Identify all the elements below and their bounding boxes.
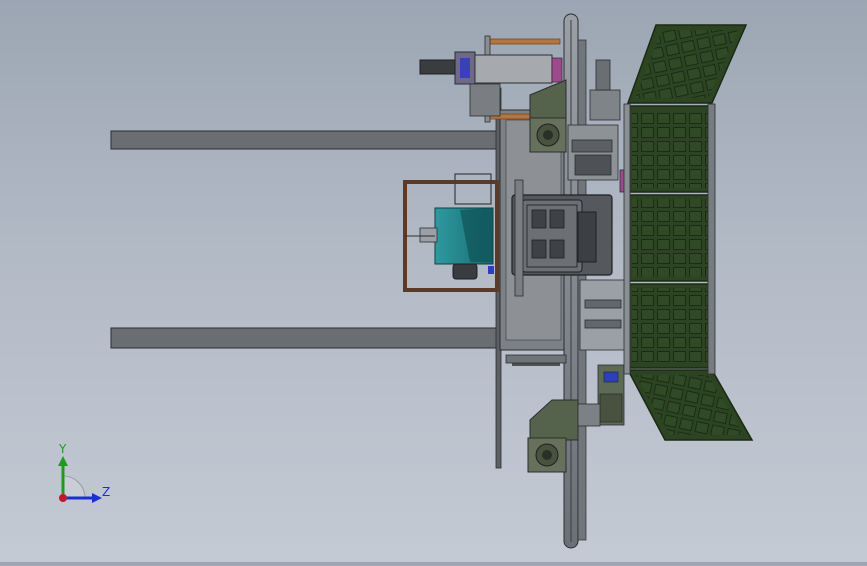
- assembly-model[interactable]: [0, 0, 867, 562]
- bottom-gearbox: [527, 399, 601, 473]
- cad-viewport[interactable]: Y Z: [0, 0, 867, 562]
- teal-motor: [403, 173, 499, 292]
- coordinate-triad: Y Z: [48, 440, 118, 510]
- z-axis-label: Z: [102, 485, 111, 499]
- y-axis-label: Y: [59, 442, 67, 456]
- top-gearbox: [529, 79, 567, 153]
- tray-panels: [623, 24, 754, 441]
